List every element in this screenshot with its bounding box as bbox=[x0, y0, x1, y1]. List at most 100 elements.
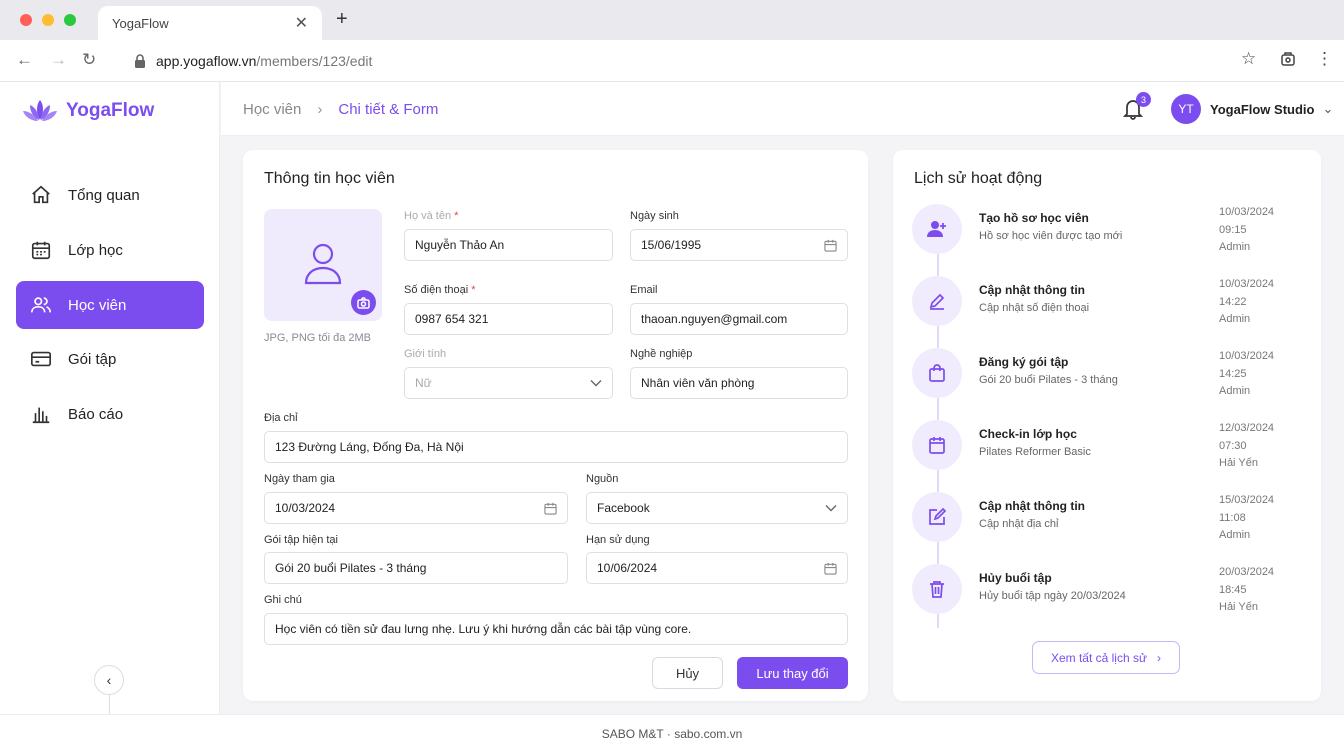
save-button[interactable]: Lưu thay đổi bbox=[737, 657, 848, 689]
maximize-window-button[interactable] bbox=[64, 14, 76, 26]
lock-icon bbox=[135, 54, 145, 68]
bookmark-star-icon[interactable]: ☆ bbox=[1241, 49, 1256, 69]
users-icon bbox=[31, 297, 51, 313]
note-label: Ghi chú bbox=[264, 594, 302, 606]
calendar-icon bbox=[912, 420, 962, 470]
timeline-item-description: Cập nhật số điện thoại bbox=[979, 302, 1090, 314]
browser-menu-icon[interactable]: ⋮ bbox=[1316, 49, 1333, 69]
sidebar-item-members[interactable]: Học viên bbox=[16, 281, 204, 329]
app-name: YogaFlow bbox=[66, 100, 155, 121]
timeline-item-meta: 20/03/2024 18:45 Hải Yến bbox=[1219, 566, 1275, 613]
source-select[interactable]: Facebook bbox=[586, 492, 848, 524]
browser-tab[interactable]: YogaFlow ✕ bbox=[98, 6, 322, 40]
bar-chart-icon bbox=[32, 407, 50, 424]
ticket-icon bbox=[31, 351, 51, 367]
form-title: Thông tin học viên bbox=[264, 170, 395, 187]
sidebar-item-packages[interactable]: Gói tập bbox=[16, 335, 204, 383]
breadcrumb: Học viên › Chi tiết & Form bbox=[243, 101, 438, 118]
new-tab-icon[interactable]: + bbox=[336, 8, 348, 31]
pencil-icon bbox=[912, 276, 962, 326]
timeline-item: Đăng ký gói tập Gói 20 buổi Pilates - 3 … bbox=[912, 348, 1282, 408]
timeline-item-description: Cập nhật địa chỉ bbox=[979, 518, 1059, 530]
view-all-history-button[interactable]: Xem tất cả lịch sử › bbox=[1032, 641, 1180, 674]
url-host: app.yogaflow.vn bbox=[156, 53, 257, 69]
gender-label: Giới tính bbox=[404, 348, 447, 360]
join-date-input[interactable]: 10/03/2024 bbox=[264, 492, 568, 524]
sidebar-item-label: Gói tập bbox=[68, 350, 117, 368]
timeline-item-description: Hồ sơ học viên được tạo mới bbox=[979, 230, 1123, 242]
collapse-sidebar-button[interactable]: ‹ bbox=[94, 665, 124, 695]
notification-button[interactable]: 3 bbox=[1122, 92, 1151, 125]
camera-icon bbox=[357, 296, 370, 309]
job-label: Nghề nghiệp bbox=[630, 348, 693, 360]
breadcrumb-parent[interactable]: Học viên bbox=[243, 101, 301, 118]
calendar-icon[interactable] bbox=[824, 562, 837, 575]
timeline-item: Tạo hồ sơ học viên Hồ sơ học viên được t… bbox=[912, 204, 1282, 264]
timeline-item: Hủy buổi tập Hủy buổi tập ngày 20/03/202… bbox=[912, 564, 1282, 624]
chevron-down-icon bbox=[825, 504, 837, 512]
gender-select[interactable]: Nữ bbox=[404, 367, 613, 399]
view-all-label: Xem tất cả lịch sử bbox=[1050, 650, 1148, 665]
chevron-right-icon: › bbox=[317, 101, 323, 118]
timeline-item-meta: 12/03/2024 07:30 Hải Yến bbox=[1219, 422, 1275, 469]
footer: SABO M&T · sabo.com.vn bbox=[0, 714, 1344, 752]
email-label: Email bbox=[630, 284, 658, 296]
note-textarea[interactable]: Học viên có tiền sử đau lưng nhẹ. Lưu ý … bbox=[264, 613, 848, 645]
timeline-item-description: Hủy buổi tập ngày 20/03/2024 bbox=[979, 590, 1126, 602]
source-label: Nguồn bbox=[586, 473, 619, 485]
url-path: /members/123/edit bbox=[256, 53, 373, 69]
extension-icon[interactable] bbox=[1280, 51, 1296, 67]
dob-input[interactable]: 15/06/1995 bbox=[630, 229, 848, 261]
address-bar[interactable]: app.yogaflow.vn/members/123/edit bbox=[118, 45, 1268, 77]
timeline-item-title: Check-in lớp học bbox=[979, 427, 1077, 441]
sidebar: YogaFlow Tổng quan Lớp học Học viên Gói … bbox=[0, 82, 220, 715]
activity-history-card: Lịch sử hoạt động Tạo hồ sơ học viên Hồ … bbox=[893, 150, 1321, 701]
join-date-label: Ngày tham gia bbox=[264, 473, 335, 485]
timeline-item-meta: 10/03/2024 14:22 Admin bbox=[1219, 278, 1275, 325]
close-tab-icon[interactable]: ✕ bbox=[295, 13, 308, 33]
chevron-down-icon bbox=[590, 379, 602, 387]
forward-icon[interactable]: → bbox=[50, 50, 67, 70]
package-input[interactable]: Gói 20 buổi Pilates - 3 tháng bbox=[264, 552, 568, 584]
expiry-input[interactable]: 10/06/2024 bbox=[586, 552, 848, 584]
shopping-bag-icon bbox=[912, 348, 962, 398]
calendar-icon[interactable] bbox=[824, 239, 837, 252]
timeline-item: Cập nhật thông tin Cập nhật số điện thoạ… bbox=[912, 276, 1282, 336]
notification-badge: 3 bbox=[1136, 92, 1151, 107]
trash-icon bbox=[912, 564, 962, 614]
expiry-label: Hạn sử dụng bbox=[586, 534, 650, 546]
phone-input[interactable]: 0987 654 321 bbox=[404, 303, 613, 335]
sidebar-item-overview[interactable]: Tổng quan bbox=[16, 171, 204, 219]
app-logo[interactable]: YogaFlow bbox=[22, 98, 154, 124]
back-icon[interactable]: ← bbox=[16, 50, 33, 70]
job-input[interactable]: Nhân viên văn phòng bbox=[630, 367, 848, 399]
sidebar-item-reports[interactable]: Báo cáo bbox=[16, 390, 204, 438]
avatar-upload[interactable] bbox=[264, 209, 382, 321]
sidebar-item-label: Lớp học bbox=[68, 241, 123, 259]
full-name-input[interactable]: Nguyễn Thảo An bbox=[404, 229, 613, 261]
close-window-button[interactable] bbox=[20, 14, 32, 26]
timeline-item-title: Cập nhật thông tin bbox=[979, 283, 1085, 297]
timeline-item-meta: 15/03/2024 11:08 Admin bbox=[1219, 494, 1275, 541]
home-icon bbox=[32, 185, 50, 204]
reload-icon[interactable]: ↻ bbox=[82, 50, 96, 70]
email-input[interactable]: thaoan.nguyen@gmail.com bbox=[630, 303, 848, 335]
timeline-item-description: Gói 20 buổi Pilates - 3 tháng bbox=[979, 374, 1118, 386]
member-form-card: Thông tin học viên JPG, PNG tối đa 2MB H… bbox=[243, 150, 868, 701]
timeline-item: Cập nhật thông tin Cập nhật địa chỉ 15/0… bbox=[912, 492, 1282, 552]
cancel-button[interactable]: Hủy bbox=[652, 657, 723, 689]
history-title: Lịch sử hoạt động bbox=[914, 170, 1043, 187]
sidebar-item-classes[interactable]: Lớp học bbox=[16, 226, 204, 274]
footer-text: SABO M&T · sabo.com.vn bbox=[601, 726, 743, 741]
calendar-icon[interactable] bbox=[544, 502, 557, 515]
phone-label: Số điện thoại * bbox=[404, 284, 476, 296]
timeline-item-title: Hủy buổi tập bbox=[979, 571, 1052, 585]
address-input[interactable]: 123 Đường Láng, Đống Đa, Hà Nội bbox=[264, 431, 848, 463]
minimize-window-button[interactable] bbox=[42, 14, 54, 26]
user-menu[interactable]: YT YogaFlow Studio ⌄ bbox=[1171, 94, 1333, 124]
divider bbox=[109, 695, 110, 715]
lotus-logo-icon bbox=[23, 100, 57, 121]
sidebar-item-label: Báo cáo bbox=[68, 405, 124, 423]
browser-toolbar: ← → ↻ app.yogaflow.vn/members/123/edit ☆… bbox=[0, 40, 1344, 82]
camera-button[interactable] bbox=[351, 290, 376, 315]
